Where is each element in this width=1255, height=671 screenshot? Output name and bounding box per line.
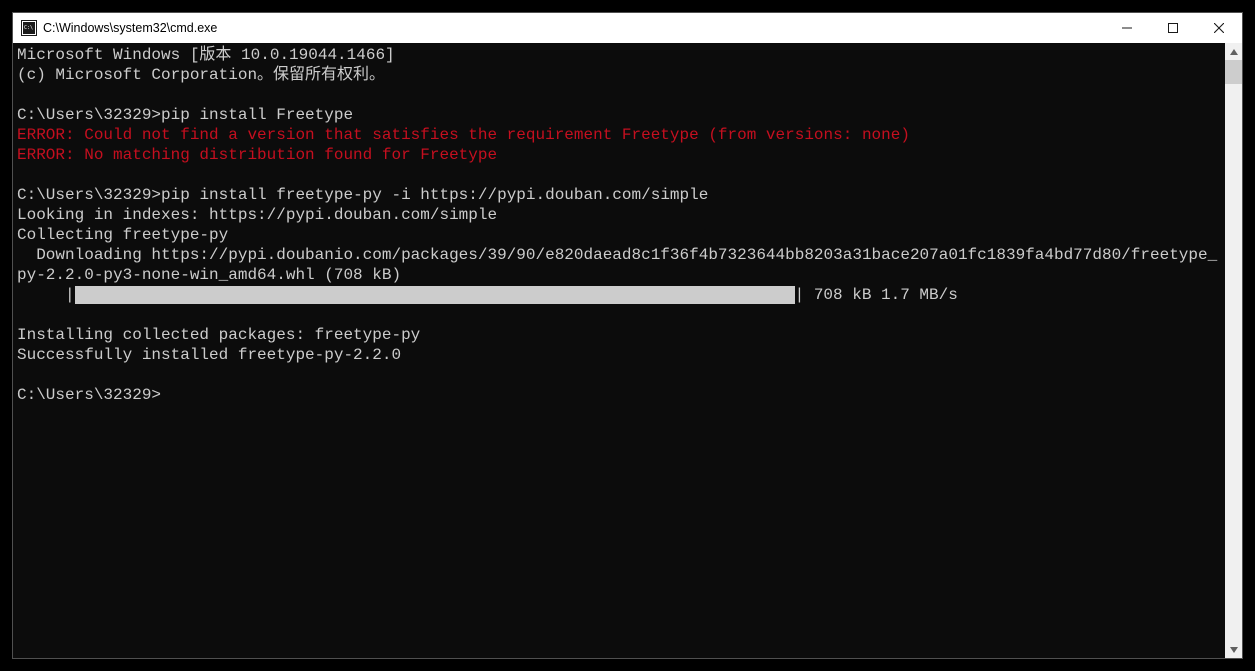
prompt: C:\Users\32329> xyxy=(17,186,161,204)
error-line: ERROR: No matching distribution found fo… xyxy=(17,146,497,164)
titlebar[interactable]: C:\ C:\Windows\system32\cmd.exe xyxy=(13,13,1242,43)
vertical-scrollbar[interactable] xyxy=(1225,43,1242,658)
scroll-up-button[interactable] xyxy=(1225,43,1242,60)
scroll-down-button[interactable] xyxy=(1225,641,1242,658)
prompt: C:\Users\32329> xyxy=(17,106,161,124)
minimize-button[interactable] xyxy=(1104,13,1150,43)
cmd-icon: C:\ xyxy=(21,20,37,36)
terminal-output[interactable]: Microsoft Windows [版本 10.0.19044.1466] (… xyxy=(13,43,1225,658)
window-title: C:\Windows\system32\cmd.exe xyxy=(43,21,1104,35)
maximize-button[interactable] xyxy=(1150,13,1196,43)
command-text: pip install freetype-py -i https://pypi.… xyxy=(161,186,708,204)
progress-bar xyxy=(75,286,795,304)
output-line: Successfully installed freetype-py-2.2.0 xyxy=(17,346,401,364)
cmd-window: C:\ C:\Windows\system32\cmd.exe Microsof… xyxy=(12,12,1243,659)
copyright-line: (c) Microsoft Corporation。保留所有权利。 xyxy=(17,66,385,84)
close-button[interactable] xyxy=(1196,13,1242,43)
scrollbar-track[interactable] xyxy=(1225,60,1242,641)
output-line: Looking in indexes: https://pypi.douban.… xyxy=(17,206,497,224)
output-line: Installing collected packages: freetype-… xyxy=(17,326,420,344)
svg-text:C:\: C:\ xyxy=(24,25,33,31)
progress-lead: | xyxy=(17,285,75,305)
client-area: Microsoft Windows [版本 10.0.19044.1466] (… xyxy=(13,43,1242,658)
output-line: Collecting freetype-py xyxy=(17,226,228,244)
os-version-line: Microsoft Windows [版本 10.0.19044.1466] xyxy=(17,46,395,64)
prompt: C:\Users\32329> xyxy=(17,386,161,404)
window-controls xyxy=(1104,13,1242,43)
progress-row: | | 708 kB 1.7 MB/s xyxy=(17,285,1225,305)
output-line: Downloading https://pypi.doubanio.com/pa… xyxy=(17,246,1217,284)
scrollbar-thumb[interactable] xyxy=(1225,60,1242,84)
error-line: ERROR: Could not find a version that sat… xyxy=(17,126,910,144)
command-text: pip install Freetype xyxy=(161,106,353,124)
progress-tail: | 708 kB 1.7 MB/s xyxy=(795,285,958,305)
